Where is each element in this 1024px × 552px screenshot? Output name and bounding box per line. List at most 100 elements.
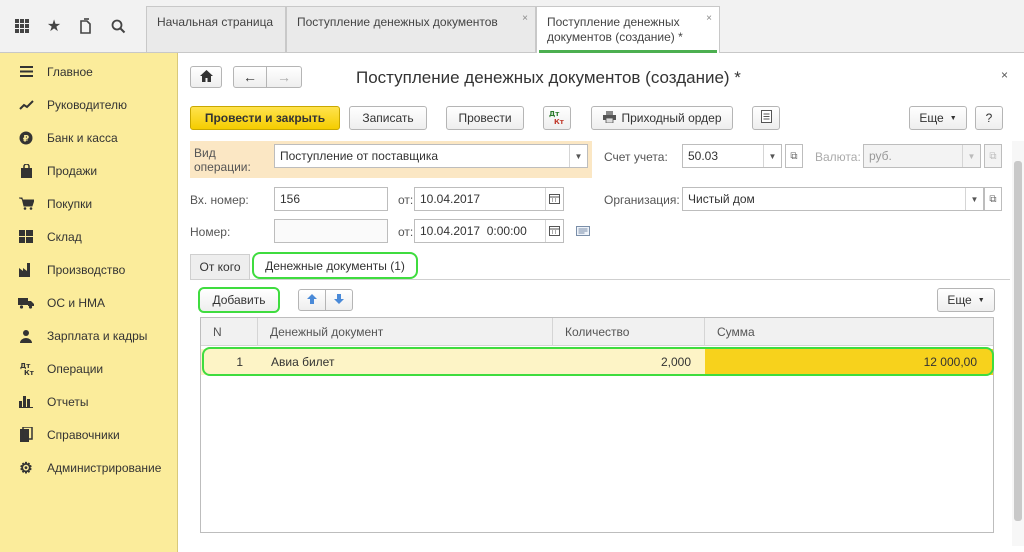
open-currency-icon[interactable]: ⧉ (984, 144, 1002, 168)
calendar-icon[interactable] (545, 220, 563, 242)
more-label: Еще (947, 293, 972, 307)
tab-money-documents[interactable]: Денежные документы (1) (252, 252, 418, 279)
comment-icon[interactable] (576, 225, 590, 239)
chevron-down-icon: ▼ (977, 296, 985, 304)
close-form-icon[interactable]: × (1001, 68, 1008, 82)
in-number-field[interactable]: 156 (274, 187, 388, 211)
doc-date-field[interactable]: 10.04.2017 0:00:00 (414, 219, 564, 243)
sidebar-item-main[interactable]: Главное (0, 55, 177, 88)
table-more-button[interactable]: Еще ▼ (937, 288, 995, 312)
print-receipt-order-label: Приходный ордер (621, 111, 722, 125)
star-icon[interactable]: ★ (40, 12, 68, 40)
svg-text:Кт: Кт (554, 118, 565, 125)
open-organization-icon[interactable]: ⧉ (984, 187, 1002, 211)
sidebar: Главное Руководителю ₽ Банк и касса Прод… (0, 53, 178, 552)
history-icon[interactable] (72, 12, 100, 40)
tab-home[interactable]: Начальная страница (146, 6, 286, 52)
chevron-down-icon[interactable]: ▼ (763, 145, 781, 167)
arrow-up-icon (306, 293, 318, 308)
column-header-sum[interactable]: Сумма (705, 318, 993, 346)
move-up-button[interactable] (298, 289, 326, 311)
sidebar-item-directories[interactable]: Справочники (0, 418, 177, 451)
more-button[interactable]: Еще ▼ (909, 106, 967, 130)
sidebar-item-label: Производство (47, 262, 126, 277)
column-header-document[interactable]: Денежный документ (258, 318, 553, 346)
close-tab-icon[interactable]: × (522, 11, 528, 26)
chevron-down-icon[interactable]: ▼ (569, 145, 587, 167)
top-bar: ★ Начальная страница Поступление денежны… (0, 0, 1024, 53)
sidebar-item-reports[interactable]: Отчеты (0, 385, 177, 418)
add-button[interactable]: Добавить (198, 287, 280, 313)
move-down-button[interactable] (325, 289, 353, 311)
forward-button[interactable]: → (266, 66, 302, 88)
people-icon (18, 328, 34, 344)
sidebar-item-purchases[interactable]: Покупки (0, 187, 177, 220)
sidebar-item-manager[interactable]: Руководителю (0, 88, 177, 121)
sidebar-item-label: Справочники (47, 427, 120, 442)
grid-icon (18, 229, 34, 245)
svg-text:Кт: Кт (24, 369, 34, 376)
account-select[interactable]: 50.03 ▼ (682, 144, 782, 168)
search-icon[interactable] (104, 12, 132, 40)
tab-home-label: Начальная страница (157, 15, 274, 29)
svg-text:Дт: Дт (549, 110, 560, 118)
number-field[interactable] (274, 219, 388, 243)
sidebar-item-production[interactable]: Производство (0, 253, 177, 286)
save-button[interactable]: Записать (349, 106, 427, 130)
tab-money-docs-create-label: Поступление денежных документов (создани… (547, 15, 683, 44)
help-button[interactable]: ? (975, 106, 1003, 130)
sidebar-item-label: Отчеты (47, 394, 89, 409)
apps-grid-icon[interactable] (8, 12, 36, 40)
chevron-down-icon[interactable]: ▼ (965, 188, 983, 210)
sidebar-item-label: Покупки (47, 196, 93, 211)
dt-kt-icon: Дт Кт (548, 109, 566, 128)
organization-select[interactable]: Чистый дом ▼ (682, 187, 984, 211)
in-date-value: 10.04.2017 (420, 192, 481, 206)
dt-kt-icon: Дт Кт (18, 361, 34, 377)
tab-from-whom[interactable]: От кого (190, 254, 250, 279)
document-icon (760, 110, 772, 126)
currency-select[interactable]: руб. ▼ (863, 144, 981, 168)
scrollbar[interactable] (1012, 141, 1024, 546)
tab-money-docs-create[interactable]: Поступление денежных документов (создани… (536, 6, 720, 53)
report-button[interactable] (752, 106, 780, 130)
sidebar-item-bank[interactable]: ₽ Банк и касса (0, 121, 177, 154)
calendar-icon[interactable] (545, 188, 563, 210)
sidebar-item-sales[interactable]: Продажи (0, 154, 177, 187)
tab-money-docs-list-label: Поступление денежных документов (297, 15, 498, 29)
printer-icon (602, 110, 616, 126)
doc-date-value: 10.04.2017 0:00:00 (420, 224, 527, 238)
close-tab-icon[interactable]: × (706, 11, 712, 26)
sidebar-item-label: Главное (47, 64, 93, 79)
more-label: Еще (919, 111, 944, 125)
document-form: ← → Поступление денежных документов (соз… (178, 53, 1024, 552)
sidebar-item-label: Руководителю (47, 97, 128, 112)
dt-kt-button[interactable]: Дт Кт (543, 106, 571, 130)
sidebar-item-admin[interactable]: ⚙ Администрирование (0, 451, 177, 484)
back-button[interactable]: ← (233, 66, 267, 88)
sidebar-item-warehouse[interactable]: Склад (0, 220, 177, 253)
tab-money-docs-list[interactable]: Поступление денежных документов × (286, 6, 536, 52)
open-account-icon[interactable]: ⧉ (785, 144, 803, 168)
ruble-icon: ₽ (18, 130, 34, 146)
money-documents-table: N Денежный документ Количество Сумма 1 А… (200, 317, 994, 533)
sidebar-item-salary[interactable]: Зарплата и кадры (0, 319, 177, 352)
post-button[interactable]: Провести (446, 106, 524, 130)
in-date-field[interactable]: 10.04.2017 (414, 187, 564, 211)
operation-type-select[interactable]: Поступление от поставщика ▼ (274, 144, 588, 168)
row-highlight-outline (202, 347, 994, 376)
column-header-n[interactable]: N (201, 318, 258, 346)
arrow-right-icon: → (277, 69, 291, 85)
account-value: 50.03 (688, 149, 719, 163)
chevron-down-icon[interactable]: ▼ (962, 145, 980, 167)
currency-label: Валюта: (815, 150, 861, 164)
sidebar-item-operations[interactable]: Дт Кт Операции (0, 352, 177, 385)
sidebar-item-assets[interactable]: ОС и НМА (0, 286, 177, 319)
trend-icon (18, 97, 34, 113)
print-receipt-order-button[interactable]: Приходный ордер (591, 106, 733, 130)
home-button[interactable] (190, 66, 222, 88)
scrollbar-thumb[interactable] (1014, 161, 1022, 521)
bar-chart-icon (18, 394, 34, 410)
column-header-quantity[interactable]: Количество (553, 318, 705, 346)
post-and-close-button[interactable]: Провести и закрыть (190, 106, 340, 130)
